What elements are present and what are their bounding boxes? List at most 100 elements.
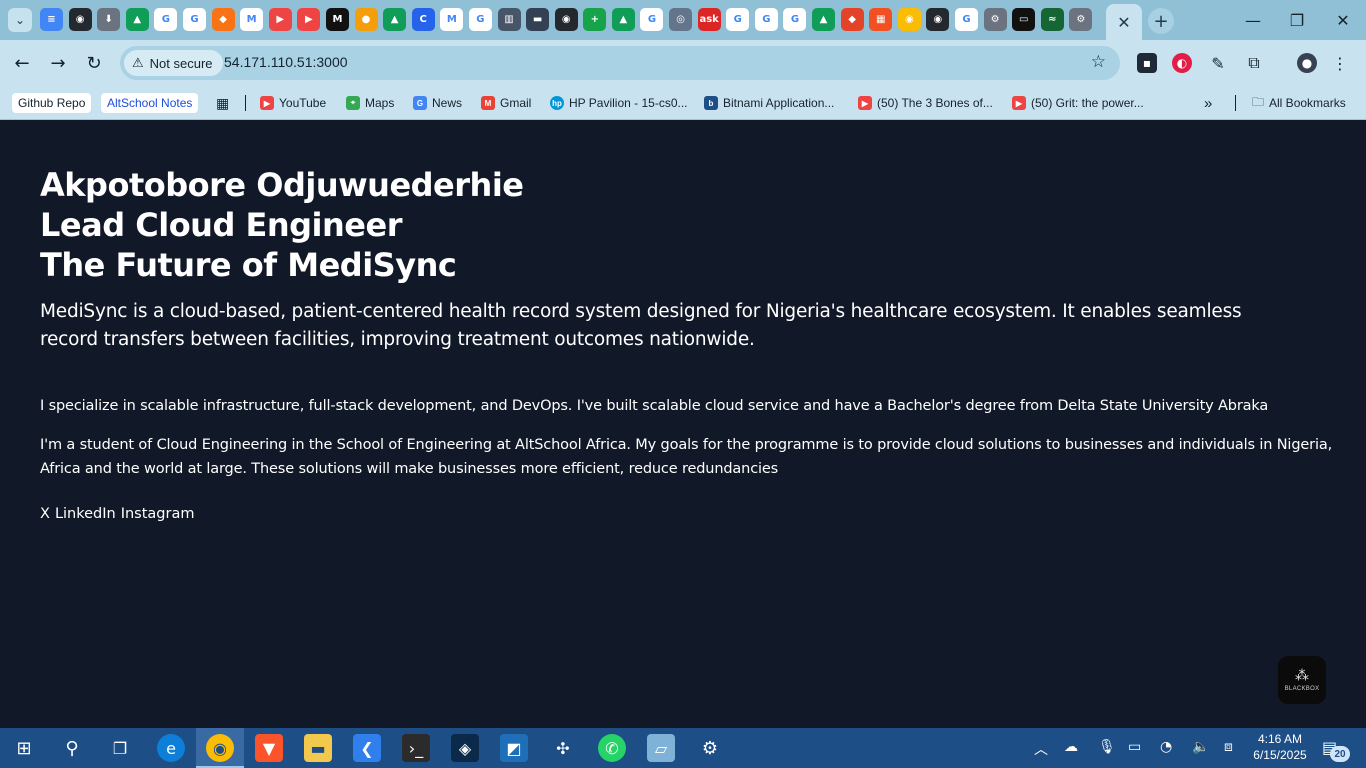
app-icon[interactable]: ≈ [1040,8,1064,31]
app-icon[interactable]: ● [354,8,378,31]
settings-icon[interactable]: ⚙ [696,734,724,762]
google-docs-icon[interactable]: ≡ [40,8,63,31]
all-bookmarks-button[interactable]: 🗀 All Bookmarks [1252,93,1346,113]
menu-kebab-icon[interactable]: ⋮ [1330,53,1350,73]
reload-button[interactable]: ↻ [82,51,106,75]
url-text[interactable]: 54.171.110.51:3000 [224,54,348,70]
settings-icon[interactable]: ⚙ [983,8,1007,31]
google-drive-icon[interactable]: ▲ [125,8,149,31]
app-icon[interactable]: ▭ [1012,8,1036,31]
microphone-icon[interactable]: 🎙 [1098,739,1116,755]
profile-avatar[interactable]: ● [1297,53,1317,73]
extension-icon[interactable]: ▪ [1137,53,1157,73]
chrome-icon[interactable]: ◉ [897,8,921,31]
youtube-icon[interactable]: ▶ [297,8,321,31]
bookmark-youtube[interactable]: ▶ YouTube [260,93,326,113]
ask-icon[interactable]: ask [697,8,721,31]
app-icon[interactable]: ◩ [500,734,528,762]
social-link-linkedin[interactable]: LinkedIn [55,506,116,522]
bookmark-bitnami[interactable]: b Bitnami Application... [704,93,834,113]
new-tab-button[interactable]: + [1148,8,1174,34]
google-icon[interactable]: G [182,8,206,31]
google-icon[interactable]: G [754,8,778,31]
app-icon[interactable]: ▬ [526,8,550,31]
google-drive-icon[interactable]: ▲ [812,8,836,31]
close-window-button[interactable]: ✕ [1320,6,1366,34]
close-tab-icon[interactable]: ✕ [1117,13,1130,32]
onedrive-icon[interactable]: ☁ [1064,739,1078,755]
windows-start-icon[interactable]: ⊞ [10,734,38,762]
maximize-button[interactable]: ❐ [1274,6,1320,34]
google-icon[interactable]: G [726,8,750,31]
gmail-icon[interactable]: M [440,8,464,31]
google-icon[interactable]: G [783,8,807,31]
app-icon[interactable]: + [583,8,607,31]
social-link-instagram[interactable]: Instagram [121,506,195,522]
minimize-button[interactable]: — [1230,6,1276,34]
github-icon[interactable]: ◉ [554,8,578,31]
github-icon[interactable]: ◉ [68,8,92,31]
vpn-app-icon[interactable]: ◈ [451,734,479,762]
settings-icon[interactable]: ⚙ [1069,8,1093,31]
slack-icon[interactable]: ✣ [549,734,577,762]
active-tab[interactable]: ✕ [1106,4,1142,40]
clock-date: 6/15/2025 [1253,748,1307,762]
wifi-icon[interactable]: ◔ [1160,739,1172,755]
blackbox-widget-button[interactable]: ⁂ BLACKBOX [1278,656,1326,704]
google-icon[interactable]: G [955,8,978,31]
bookmark-star-icon[interactable]: ☆ [1091,52,1106,72]
clock[interactable]: 4:16 AM 6/15/2025 [1250,731,1310,763]
tab-strip: ⌄ ≡ ◉ ⬇ ▲ G G ◆ M ▶ ▶ M ● ▲ C M G ▥ ▬ ◉ + ▲ G ◎ ask G G G ▲ ◆ ▦ ◉ ◉ G ⚙ ▭ ≈… [0,0,1366,40]
social-link-x[interactable]: X [40,506,50,522]
file-explorer-icon[interactable]: ▬ [304,734,332,762]
globe-icon[interactable]: ◎ [669,8,693,31]
volume-icon[interactable]: 🔈 [1192,739,1209,755]
medium-icon[interactable]: M [325,8,349,31]
show-hidden-icons-chevron-icon[interactable]: ︿ [1034,739,1048,759]
address-bar[interactable]: ⚠ Not secure 54.171.110.51:3000 ☆ [120,46,1120,80]
google-icon[interactable]: G [640,8,664,31]
bookmark-news[interactable]: G News [413,93,462,113]
bookmark-altschool-notes[interactable]: AltSchool Notes [101,93,199,113]
github-icon[interactable]: ◉ [926,8,950,31]
youtube-icon[interactable]: ▶ [268,8,292,31]
brave-icon[interactable]: ▼ [255,734,283,762]
download-icon[interactable]: ⬇ [97,8,121,31]
gitlab-icon[interactable]: ◆ [840,8,864,31]
bookmark-maps[interactable]: ⌖ Maps [346,93,394,113]
bookmark-label: Gmail [500,96,532,110]
whatsapp-icon[interactable]: ✆ [598,734,626,762]
gmail-icon[interactable]: M [240,8,264,31]
eyedropper-icon[interactable]: ✎ [1208,53,1228,73]
app-icon[interactable]: ◆ [211,8,235,31]
back-button[interactable]: ← [10,51,34,75]
microsoft-icon[interactable]: ▦ [869,8,893,31]
bookmark-github-repo[interactable]: Github Repo [12,93,92,113]
edge-icon[interactable]: e [157,734,185,762]
vscode-icon[interactable]: ❮ [353,734,381,762]
google-drive-icon[interactable]: ▲ [383,8,407,31]
device-icon[interactable]: ⧈ [1224,739,1233,755]
extensions-puzzle-icon[interactable]: ⧉ [1244,53,1264,73]
tab-search-icon[interactable]: ⌄ [8,8,32,32]
bank-icon[interactable]: ▥ [497,8,521,31]
app-icon[interactable]: C [411,8,435,31]
google-drive-icon[interactable]: ▲ [611,8,635,31]
notes-app-icon[interactable]: ▱ [647,734,675,762]
google-icon[interactable]: G [468,8,492,31]
bookmarks-overflow-button[interactable]: » [1204,93,1212,113]
chrome-icon[interactable]: ◉ [206,734,234,762]
search-icon[interactable]: ⚲ [58,734,86,762]
apps-grid-icon[interactable]: ▦ [216,93,229,113]
google-icon[interactable]: G [154,8,178,31]
security-indicator[interactable]: ⚠ Not secure [124,50,223,76]
bookmark-gmail[interactable]: M Gmail [481,93,531,113]
terminal-icon[interactable]: ›_ [402,734,430,762]
battery-icon[interactable]: ▭ [1128,739,1141,755]
bookmark-youtube-video[interactable]: ▶ (50) The 3 Bones of... [858,93,993,113]
task-view-icon[interactable]: ❐ [106,734,134,762]
forward-button[interactable]: → [46,51,70,75]
bookmark-youtube-video[interactable]: ▶ (50) Grit: the power... [1012,93,1144,113]
bookmark-hp-pavilion[interactable]: hp HP Pavilion - 15-cs0... [550,93,688,113]
extension-icon[interactable]: ◐ [1172,53,1192,73]
